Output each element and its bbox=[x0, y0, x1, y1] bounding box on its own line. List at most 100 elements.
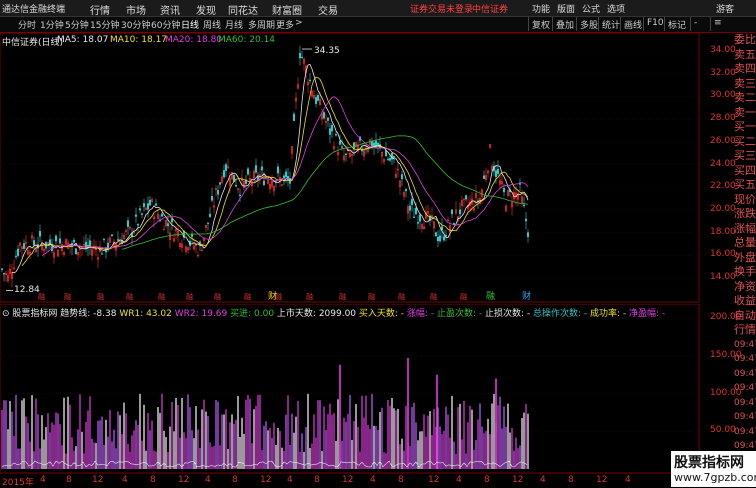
event-marker: 融 bbox=[126, 292, 133, 301]
menu-shichang[interactable]: 市场 bbox=[126, 2, 146, 17]
menu-zixun[interactable]: 资讯 bbox=[160, 2, 180, 17]
candle-body bbox=[327, 117, 329, 121]
candle-body bbox=[219, 182, 221, 185]
sidebar-item[interactable]: 现价 bbox=[734, 193, 756, 208]
sidebar-item[interactable]: 09:47 bbox=[734, 381, 756, 396]
sidebar-item[interactable]: 09:47 bbox=[734, 396, 756, 411]
period-multi[interactable]: 多周期 bbox=[248, 18, 275, 31]
btn-huaxian[interactable]: 画线 bbox=[620, 17, 645, 31]
period-daily[interactable]: 日线 bbox=[181, 18, 199, 31]
sidebar-item[interactable]: 行情 bbox=[734, 323, 756, 338]
period-fenshi[interactable]: 分时 bbox=[18, 18, 36, 31]
ma10-line bbox=[21, 76, 529, 266]
sidebar-item[interactable]: 卖五 bbox=[734, 48, 756, 63]
menu-xuanxiang[interactable]: 选项 bbox=[607, 2, 625, 15]
user-label[interactable]: 游客 bbox=[716, 2, 734, 15]
stock-label: 中信证券(日线) bbox=[2, 38, 64, 48]
sidebar-item[interactable]: 自动 bbox=[734, 309, 756, 324]
menu-jiaoyi[interactable]: 交易 bbox=[318, 2, 338, 17]
sidebar-item[interactable]: 涨幅 bbox=[734, 222, 756, 237]
period-30min[interactable]: 30分钟 bbox=[121, 18, 150, 31]
sidebar-item[interactable]: 买三 bbox=[734, 149, 756, 164]
candle-body bbox=[161, 213, 163, 217]
period-toolbar: 分时 1分钟 5分钟 15分钟 30分钟 60分钟 日线 周线 月线 多周期 更… bbox=[0, 17, 756, 33]
btn-diejia[interactable]: 叠加 bbox=[552, 17, 577, 31]
candle-body bbox=[85, 241, 87, 249]
indicator-name[interactable]: ⊙ 股票指标网 bbox=[2, 309, 60, 319]
sidebar-item[interactable]: 净资 bbox=[734, 280, 756, 295]
sidebar-item[interactable]: 09:47 bbox=[734, 367, 756, 382]
menu-gongshi[interactable]: 公式 bbox=[582, 2, 600, 15]
candle-body bbox=[211, 195, 213, 201]
sidebar-item[interactable]: 09:47 bbox=[734, 352, 756, 367]
period-more[interactable]: 更多 bbox=[276, 18, 294, 31]
kline-panel[interactable]: 融融融融融融融融融融融融融融融财融财 中信证券(日线) MA5: 18.07 M… bbox=[0, 33, 700, 303]
menu-faxian[interactable]: 发现 bbox=[196, 2, 216, 17]
menu-lines-icon[interactable]: ≡ bbox=[710, 17, 725, 31]
sidebar-item[interactable]: 收益 bbox=[734, 294, 756, 309]
sidebar-item[interactable]: 09:47 bbox=[734, 425, 756, 440]
candle-body bbox=[117, 239, 119, 241]
date-label: 12 bbox=[260, 475, 272, 485]
sidebar-item[interactable]: 委比 bbox=[734, 33, 756, 48]
menu-bar: 通达信金融终端 行情 市场 资讯 发现 同花达 财富圈 交易 证券交易未登录 中… bbox=[0, 0, 756, 17]
kline-event-markers: 融融融融融融融融融融融融融融融财融财 bbox=[38, 290, 531, 302]
ma10-legend: MA10: 18.17 bbox=[110, 35, 168, 45]
candle-body bbox=[103, 238, 105, 240]
menu-hangqing[interactable]: 行情 bbox=[90, 2, 110, 17]
period-1min[interactable]: 1分钟 bbox=[40, 18, 64, 31]
broker-name[interactable]: 中信证券 bbox=[472, 2, 508, 15]
more-arrow-icon[interactable]: > bbox=[295, 18, 303, 28]
btn-fuquan[interactable]: 复权 bbox=[528, 17, 553, 31]
sidebar-item[interactable]: 买二 bbox=[734, 135, 756, 150]
date-label: 4 bbox=[205, 475, 211, 485]
ma20-legend: MA20: 18.80 bbox=[165, 35, 223, 45]
event-marker: 融 bbox=[368, 292, 375, 301]
candle-body bbox=[89, 240, 91, 248]
login-status[interactable]: 证券交易未登录 bbox=[410, 2, 473, 15]
period-weekly[interactable]: 周线 bbox=[203, 18, 221, 31]
menu-caifuquan[interactable]: 财富圈 bbox=[272, 2, 302, 17]
candle-body bbox=[167, 223, 169, 227]
sidebar-item[interactable]: 外盘 bbox=[734, 251, 756, 266]
sidebar-item[interactable]: 09:47 bbox=[734, 338, 756, 353]
sidebar-item[interactable]: 涨跌 bbox=[734, 207, 756, 222]
event-marker: 融 bbox=[158, 292, 165, 301]
candle-body bbox=[111, 234, 113, 236]
sidebar-item[interactable]: 总量 bbox=[734, 236, 756, 251]
menu-banmian[interactable]: 版面 bbox=[557, 2, 575, 15]
kline-chart[interactable]: 融融融融融融融融融融融融融融融财融财 bbox=[0, 33, 700, 303]
btn-biaoji[interactable]: 标记 bbox=[664, 17, 689, 31]
candle-body bbox=[417, 222, 419, 224]
menu-tonghuada[interactable]: 同花达 bbox=[228, 2, 258, 17]
price-tick: 16.00 bbox=[710, 249, 736, 260]
indicator-chart[interactable] bbox=[0, 304, 700, 474]
candle-body bbox=[413, 216, 415, 218]
indicator-item: 买入天数: - bbox=[358, 309, 407, 319]
price-tick: 18.00 bbox=[710, 226, 736, 237]
sidebar-item[interactable]: 卖四 bbox=[734, 62, 756, 77]
menu-gongneng[interactable]: 功能 bbox=[532, 2, 550, 15]
indicator-panel[interactable]: ⊙ 股票指标网 趋势线: -8.38 WR1: 43.02 WR2: 19.69… bbox=[0, 304, 700, 474]
sidebar-item[interactable]: 换手 bbox=[734, 265, 756, 280]
candle-body bbox=[339, 140, 341, 145]
indicator-item: 涨幅: - bbox=[406, 309, 437, 319]
period-monthly[interactable]: 月线 bbox=[225, 18, 243, 31]
event-marker: 融 bbox=[64, 292, 71, 301]
sidebar-item[interactable]: 卖二 bbox=[734, 91, 756, 106]
sidebar-item[interactable]: 卖一 bbox=[734, 106, 756, 121]
sidebar-item[interactable]: 买四 bbox=[734, 164, 756, 179]
period-15min[interactable]: 15分钟 bbox=[90, 18, 119, 31]
sidebar-item[interactable]: 卖三 bbox=[734, 77, 756, 92]
ma20-line bbox=[41, 96, 529, 256]
price-axis: 34.00 32.00 30.00 28.00 26.00 24.00 22.00 20.00… bbox=[700, 33, 736, 303]
indicator-item: 总操作次数: - bbox=[532, 309, 590, 319]
price-tick: 34.00 bbox=[710, 45, 736, 55]
sidebar-item[interactable]: 09:47 bbox=[734, 410, 756, 425]
candle-body bbox=[309, 79, 311, 82]
sidebar-item[interactable]: 买一 bbox=[734, 120, 756, 135]
period-60min[interactable]: 60分钟 bbox=[151, 18, 180, 31]
sidebar-item[interactable]: 买五 bbox=[734, 178, 756, 193]
btn-minus[interactable]: - bbox=[690, 17, 700, 31]
period-5min[interactable]: 5分钟 bbox=[65, 18, 89, 31]
